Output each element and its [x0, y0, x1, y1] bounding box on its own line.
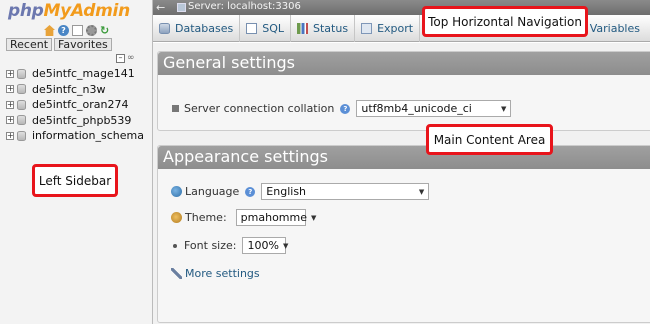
- tab-recent[interactable]: Recent: [6, 38, 53, 51]
- bullet-icon: [172, 105, 179, 112]
- back-arrow-icon[interactable]: ←: [156, 1, 165, 14]
- chevron-down-icon: ▼: [500, 104, 507, 113]
- fontsize-label: Font size:: [184, 239, 237, 252]
- panel-title: Appearance settings: [158, 146, 650, 169]
- tab-variables[interactable]: Variables: [590, 15, 640, 42]
- expand-icon[interactable]: +: [6, 131, 14, 140]
- database-icon: [17, 84, 26, 95]
- help-icon[interactable]: ?: [245, 186, 256, 197]
- settings-icon[interactable]: [86, 25, 97, 36]
- database-tree: + de5intfc_mage141 + de5intfc_n3w + de5intf…: [6, 66, 144, 144]
- database-icon: [17, 115, 26, 126]
- phpmyadmin-logo[interactable]: phpMyAdmin: [8, 1, 130, 21]
- theme-icon: [171, 212, 182, 223]
- expand-icon[interactable]: +: [6, 69, 14, 78]
- bullet-icon: [173, 243, 177, 248]
- status-icon: [297, 23, 308, 34]
- tab-status[interactable]: Status: [291, 15, 356, 42]
- tab-databases[interactable]: Databases: [153, 15, 241, 42]
- tab-label: Status: [313, 22, 349, 35]
- help-icon[interactable]: ?: [58, 25, 69, 36]
- export-icon: [361, 23, 373, 34]
- tab-sql[interactable]: SQL: [240, 15, 291, 42]
- logo-php: php: [8, 1, 44, 21]
- db-name[interactable]: de5intfc_n3w: [32, 83, 105, 96]
- expand-icon[interactable]: +: [6, 100, 14, 109]
- server-label[interactable]: Server: localhost:3306: [188, 1, 301, 12]
- db-name[interactable]: information_schema: [32, 129, 144, 142]
- reload-icon[interactable]: ↻: [100, 25, 111, 36]
- panel-title: General settings: [158, 52, 650, 75]
- chevron-down-icon: ▼: [282, 241, 289, 250]
- collation-label: Server connection collation: [184, 102, 335, 115]
- tab-label: Export: [377, 22, 414, 35]
- collation-select[interactable]: utf8mb4_unicode_ci ▼: [356, 100, 512, 117]
- theme-select[interactable]: pmahomme ▼: [235, 209, 316, 226]
- help-icon[interactable]: ?: [340, 103, 351, 114]
- annotation-main-content: Main Content Area: [426, 124, 553, 155]
- home-icon[interactable]: [44, 25, 55, 36]
- server-icon: [177, 3, 186, 12]
- annotation-left-sidebar: Left Sidebar: [32, 164, 118, 197]
- expand-icon[interactable]: +: [6, 116, 14, 125]
- db-item[interactable]: + de5intfc_phpb539: [6, 113, 144, 129]
- link-icon[interactable]: ∞: [127, 54, 138, 63]
- db-name[interactable]: de5intfc_oran274: [32, 98, 128, 111]
- expand-icon[interactable]: +: [6, 85, 14, 94]
- database-icon: [17, 68, 26, 79]
- db-name[interactable]: de5intfc_phpb539: [32, 114, 131, 127]
- tab-export[interactable]: Export: [355, 15, 421, 42]
- main-content: General settings Server connection colla…: [153, 43, 650, 324]
- left-sidebar: phpMyAdmin ? ↻ Recent Favorites – ∞ + de5…: [0, 0, 153, 324]
- docs-icon[interactable]: [72, 25, 83, 36]
- databases-icon: [159, 23, 170, 34]
- database-icon: [17, 99, 26, 110]
- theme-label: Theme:: [185, 211, 227, 224]
- more-settings-row: More settings: [171, 267, 260, 280]
- fontsize-select[interactable]: 100% ▼: [242, 237, 289, 254]
- chevron-down-icon: ▼: [311, 213, 317, 222]
- chevron-down-icon: ▼: [418, 187, 425, 196]
- appearance-settings-panel: Appearance settings Language ? English ▼ …: [157, 145, 650, 323]
- db-item[interactable]: + information_schema: [6, 128, 144, 144]
- tab-label: SQL: [262, 22, 284, 35]
- theme-value: pmahomme: [240, 211, 307, 224]
- language-select[interactable]: English ▼: [261, 183, 430, 200]
- tree-controls: – ∞: [116, 54, 138, 63]
- collation-value: utf8mb4_unicode_ci: [361, 102, 472, 115]
- db-item[interactable]: + de5intfc_oran274: [6, 97, 144, 113]
- db-item[interactable]: + de5intfc_n3w: [6, 82, 144, 98]
- logo-myadmin: MyAdmin: [43, 1, 131, 21]
- fontsize-row: Font size: 100% ▼: [173, 237, 289, 254]
- db-item[interactable]: + de5intfc_mage141: [6, 66, 144, 82]
- language-row: Language ? English ▼: [171, 183, 430, 200]
- language-value: English: [266, 185, 307, 198]
- recent-favorites-tabs: Recent Favorites: [6, 38, 112, 51]
- tab-favorites[interactable]: Favorites: [54, 38, 112, 51]
- db-name[interactable]: de5intfc_mage141: [32, 67, 135, 80]
- fontsize-value: 100%: [247, 239, 279, 252]
- language-icon: [171, 186, 182, 197]
- sql-icon: [246, 23, 258, 34]
- more-settings-link[interactable]: More settings: [185, 267, 260, 280]
- annotation-top-nav: Top Horizontal Navigation: [422, 6, 588, 37]
- collation-row: Server connection collation ? utf8mb4_un…: [172, 100, 512, 117]
- database-icon: [17, 130, 26, 141]
- general-settings-panel: General settings Server connection colla…: [157, 51, 650, 131]
- language-label: Language: [185, 185, 240, 198]
- tab-label: Databases: [175, 22, 234, 35]
- sidebar-icon-row: ? ↻: [44, 25, 111, 36]
- theme-row: Theme: pmahomme ▼: [171, 209, 316, 226]
- collapse-all-icon[interactable]: –: [116, 54, 125, 63]
- wrench-icon: [171, 268, 182, 279]
